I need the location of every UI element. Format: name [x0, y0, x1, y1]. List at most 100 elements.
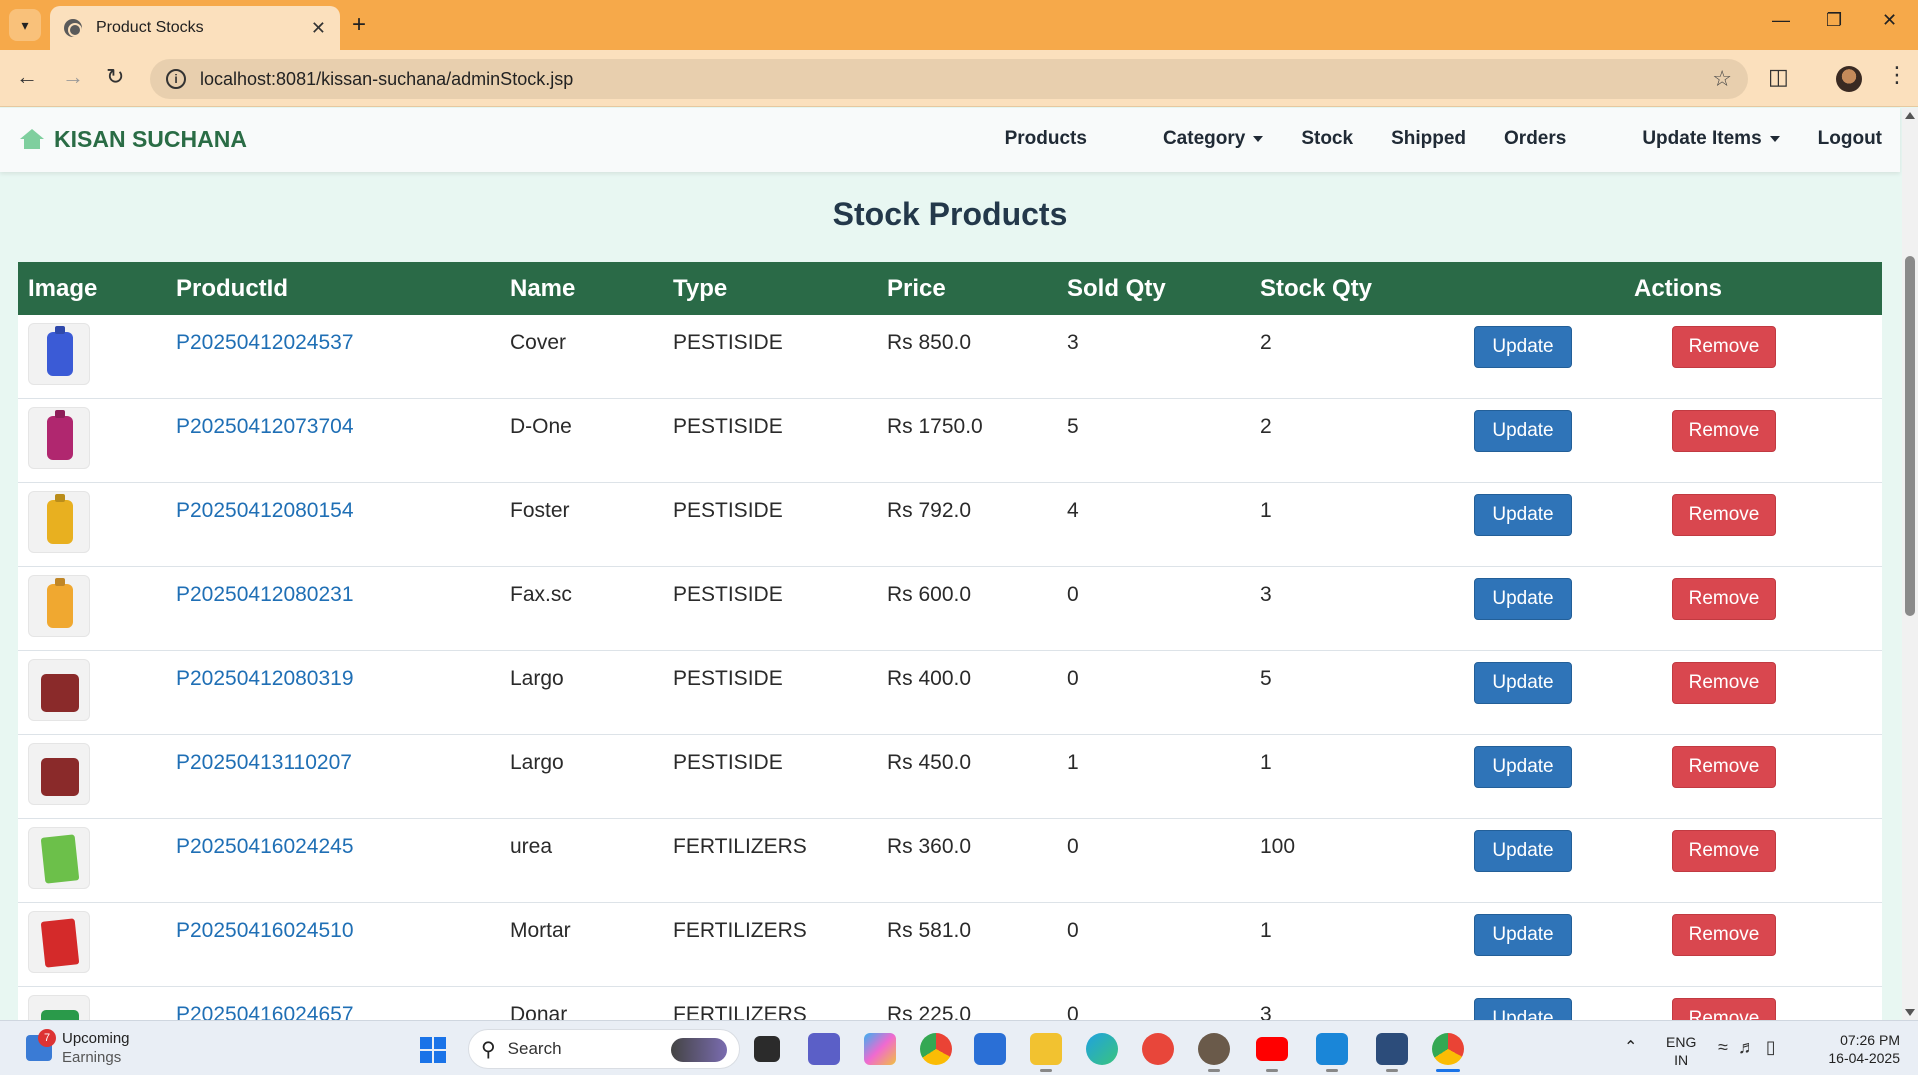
nav-logout[interactable]: Logout: [1818, 128, 1882, 150]
tab-search-button[interactable]: ▾: [9, 9, 41, 41]
task-view-icon[interactable]: [754, 1036, 780, 1062]
remove-button[interactable]: Remove: [1672, 410, 1776, 452]
product-type: PESTISIDE: [673, 415, 783, 438]
profile-avatar[interactable]: [1836, 66, 1862, 92]
stock-qty: 2: [1260, 415, 1272, 438]
nav-orders[interactable]: Orders: [1504, 128, 1566, 150]
product-id-link[interactable]: P20250416024245: [176, 819, 510, 859]
scroll-down-arrow-icon[interactable]: [1905, 1009, 1915, 1016]
update-button[interactable]: Update: [1474, 830, 1572, 872]
image-cell: [18, 651, 176, 721]
product-name: D-One: [510, 415, 572, 438]
remove-button[interactable]: Remove: [1672, 914, 1776, 956]
extensions-icon[interactable]: ◫: [1768, 64, 1789, 90]
youtube-icon[interactable]: [1256, 1037, 1288, 1061]
header-price: Price: [887, 274, 946, 302]
nav-category[interactable]: Category: [1125, 128, 1264, 150]
widgets-button[interactable]: 7 Upcoming Earnings: [26, 1029, 130, 1067]
running-indicator: [1326, 1069, 1338, 1072]
page-scrollbar[interactable]: [1902, 108, 1918, 1020]
table-body: P20250412024537 Cover PESTISIDE Rs 850.0…: [18, 315, 1882, 1071]
more-menu-icon[interactable]: ⋮: [1886, 62, 1908, 88]
database-icon[interactable]: [1198, 1033, 1230, 1065]
nav-products[interactable]: Products: [1005, 128, 1087, 150]
product-id-link[interactable]: P20250412024537: [176, 315, 510, 355]
stock-qty: 2: [1260, 331, 1272, 354]
update-button[interactable]: Update: [1474, 494, 1572, 536]
product-price: Rs 792.0: [887, 499, 972, 522]
product-name: Mortar: [510, 919, 571, 942]
window-close-icon[interactable]: ✕: [1882, 10, 1897, 31]
image-cell: [18, 903, 176, 973]
product-image: [41, 674, 79, 712]
store-icon[interactable]: [974, 1033, 1006, 1065]
update-button[interactable]: Update: [1474, 662, 1572, 704]
update-button[interactable]: Update: [1474, 326, 1572, 368]
address-bar[interactable]: i localhost:8081/kissan-suchana/adminSto…: [150, 59, 1748, 99]
update-button[interactable]: Update: [1474, 578, 1572, 620]
remove-button[interactable]: Remove: [1672, 326, 1776, 368]
header-image: Image: [28, 274, 98, 302]
site-info-icon[interactable]: i: [166, 69, 186, 89]
update-button[interactable]: Update: [1474, 410, 1572, 452]
wps-office-icon[interactable]: [1142, 1033, 1174, 1065]
back-icon[interactable]: ←: [16, 64, 38, 90]
brand-link[interactable]: KISAN SUCHANA: [20, 126, 247, 153]
product-id-link[interactable]: P20250416024510: [176, 903, 510, 943]
product-id-link[interactable]: P20250412080319: [176, 651, 510, 691]
remove-button[interactable]: Remove: [1672, 830, 1776, 872]
product-id-link[interactable]: P20250412080154: [176, 483, 510, 523]
chrome-profile-icon[interactable]: [1432, 1033, 1464, 1065]
close-icon[interactable]: ✕: [311, 18, 326, 39]
table-row: P20250416024245 urea FERTILIZERS Rs 360.…: [18, 819, 1882, 903]
file-explorer-icon[interactable]: [1030, 1033, 1062, 1065]
globe-icon: [64, 19, 82, 37]
caret-down-icon: [1769, 135, 1780, 142]
vscode-icon[interactable]: [1316, 1033, 1348, 1065]
clock-time: 07:26 PM: [1840, 1032, 1900, 1048]
nav-update-items[interactable]: Update Items: [1604, 128, 1780, 150]
bookmark-star-icon[interactable]: ☆: [1712, 66, 1732, 92]
edge-icon[interactable]: [1086, 1033, 1118, 1065]
product-id-link[interactable]: P20250412073704: [176, 399, 510, 439]
tab-title: Product Stocks: [96, 19, 204, 36]
remove-button[interactable]: Remove: [1672, 578, 1776, 620]
product-type: PESTISIDE: [673, 667, 783, 690]
remove-button[interactable]: Remove: [1672, 494, 1776, 536]
product-id-link[interactable]: P20250412080231: [176, 567, 510, 607]
scroll-up-arrow-icon[interactable]: [1905, 112, 1915, 119]
system-tray-icons[interactable]: ≈♬▯: [1718, 1037, 1786, 1058]
new-tab-button[interactable]: +: [352, 11, 366, 39]
teams-icon[interactable]: [808, 1033, 840, 1065]
update-button[interactable]: Update: [1474, 914, 1572, 956]
product-image: [47, 416, 73, 460]
nav-shipped[interactable]: Shipped: [1391, 128, 1466, 150]
system-clock[interactable]: 07:26 PM 16-04-2025: [1816, 1031, 1900, 1067]
scrollbar-thumb[interactable]: [1905, 256, 1915, 616]
remove-button[interactable]: Remove: [1672, 662, 1776, 704]
page-title: Stock Products: [832, 196, 1068, 232]
product-image: [41, 758, 79, 796]
language-indicator[interactable]: ENG IN: [1666, 1033, 1696, 1069]
product-type: PESTISIDE: [673, 751, 783, 774]
chrome-icon[interactable]: [920, 1033, 952, 1065]
restore-icon[interactable]: ❐: [1826, 10, 1842, 31]
windows-start-icon[interactable]: [420, 1037, 446, 1063]
copilot-icon[interactable]: [864, 1033, 896, 1065]
mysql-workbench-icon[interactable]: [1376, 1033, 1408, 1065]
sold-qty: 0: [1067, 919, 1079, 942]
chevron-up-icon[interactable]: ⌃: [1624, 1037, 1637, 1057]
nav-stock[interactable]: Stock: [1301, 128, 1353, 150]
header-product-id: ProductId: [176, 274, 288, 302]
reload-icon[interactable]: ↻: [106, 64, 124, 90]
update-button[interactable]: Update: [1474, 746, 1572, 788]
minimize-icon[interactable]: —: [1772, 10, 1790, 31]
browser-tab[interactable]: Product Stocks ✕: [50, 6, 340, 50]
taskbar-search[interactable]: ⚲ Search: [468, 1029, 740, 1069]
forward-icon[interactable]: →: [62, 64, 84, 90]
product-name: Foster: [510, 499, 570, 522]
browser-toolbar: ← → ↻ i localhost:8081/kissan-suchana/ad…: [0, 50, 1918, 107]
remove-button[interactable]: Remove: [1672, 746, 1776, 788]
image-cell: [18, 315, 176, 385]
product-id-link[interactable]: P20250413110207: [176, 735, 510, 775]
